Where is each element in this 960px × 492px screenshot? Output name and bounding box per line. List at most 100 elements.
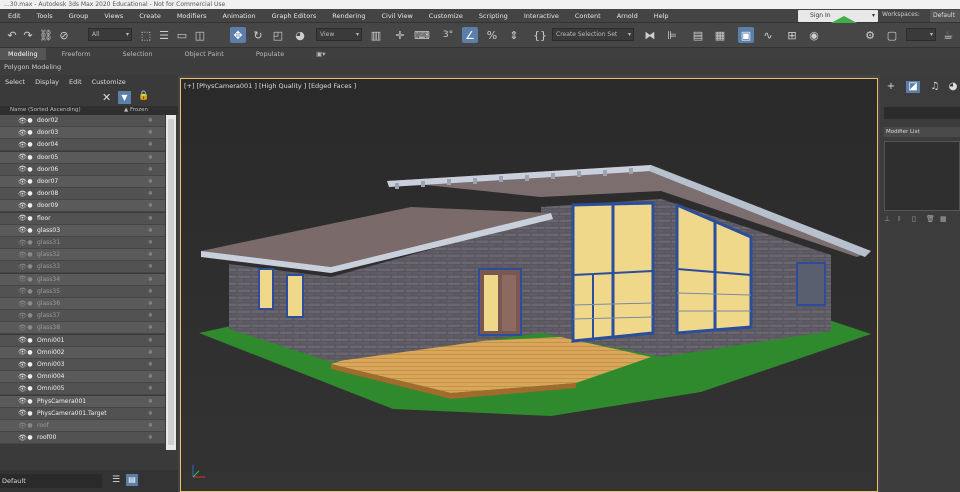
- visibility-eye-icon[interactable]: 👁: [18, 129, 27, 137]
- schematic-view-icon[interactable]: ⊞: [784, 27, 800, 43]
- list-item[interactable]: 👁 ● PhysCamera001.Target ❄: [0, 407, 165, 420]
- tab-selection[interactable]: Selection: [107, 50, 169, 58]
- list-item[interactable]: 👁 ● door02 ❄: [0, 115, 165, 127]
- list-item[interactable]: 👁 ● roof ❄: [0, 420, 165, 432]
- freeze-toggle-icon[interactable]: ❄: [148, 434, 153, 441]
- explorer-menu-customize[interactable]: Customize: [87, 78, 131, 86]
- visibility-eye-icon[interactable]: 👁: [18, 275, 27, 283]
- list-item[interactable]: 👁 ● glass38 ❄: [0, 322, 165, 335]
- visibility-eye-icon[interactable]: 👁: [18, 141, 27, 149]
- modify-tab-icon[interactable]: ◪: [906, 81, 920, 93]
- visibility-eye-icon[interactable]: 👁: [18, 202, 27, 210]
- menu-customize[interactable]: Customize: [421, 12, 471, 20]
- layer-dropdown[interactable]: Default: [0, 474, 102, 488]
- ribbon-options-icon[interactable]: ▣▾: [300, 50, 341, 58]
- toggle-scene-explorer-icon[interactable]: ▤: [690, 27, 706, 43]
- reference-coordinate-dropdown[interactable]: View ▾: [316, 28, 362, 41]
- freeze-toggle-icon[interactable]: ❄: [148, 141, 153, 148]
- redo-icon[interactable]: ↷: [20, 27, 36, 43]
- selection-filter-dropdown[interactable]: All ▾: [88, 28, 132, 41]
- undo-icon[interactable]: ↶: [4, 27, 20, 43]
- explorer-menu-select[interactable]: Select: [0, 78, 30, 86]
- freeze-toggle-icon[interactable]: ❄: [148, 239, 153, 246]
- menu-animation[interactable]: Animation: [215, 12, 264, 20]
- list-item[interactable]: 👁 ● Omni004 ❄: [0, 371, 165, 384]
- visibility-eye-icon[interactable]: 👁: [18, 190, 27, 198]
- filter-icon[interactable]: ▼: [118, 91, 131, 104]
- window-crossing-icon[interactable]: ◫: [192, 27, 208, 43]
- freeze-toggle-icon[interactable]: ❄: [148, 178, 153, 185]
- create-tab-icon[interactable]: +: [884, 81, 898, 93]
- list-item[interactable]: 👁 ● Omni001 ❄: [0, 334, 165, 347]
- visibility-eye-icon[interactable]: 👁: [18, 397, 27, 405]
- place-icon[interactable]: ◕: [292, 27, 308, 43]
- list-item[interactable]: 👁 ● Omni002 ❄: [0, 346, 165, 359]
- use-pivot-icon[interactable]: ▥: [368, 27, 384, 43]
- freeze-toggle-icon[interactable]: ❄: [148, 361, 153, 368]
- list-item[interactable]: 👁 ● door04 ❄: [0, 139, 165, 152]
- motion-tab-icon[interactable]: ◕: [946, 81, 960, 93]
- visibility-eye-icon[interactable]: 👁: [18, 336, 27, 344]
- rectangle-selection-icon[interactable]: ▭: [174, 27, 190, 43]
- visibility-eye-icon[interactable]: 👁: [18, 348, 27, 356]
- list-item[interactable]: 👁 ● door09 ❄: [0, 200, 165, 213]
- visibility-eye-icon[interactable]: 👁: [18, 361, 27, 369]
- viewport-label[interactable]: [+] [PhysCamera001 ] [High Quality ] [Ed…: [184, 82, 356, 90]
- scrollbar-thumb[interactable]: [168, 119, 174, 445]
- render-icon[interactable]: ☕: [940, 27, 956, 43]
- list-item[interactable]: 👁 ● glass33 ❄: [0, 261, 165, 274]
- menu-scripting[interactable]: Scripting: [471, 12, 516, 20]
- list-item[interactable]: 👁 ● Omni005 ❄: [0, 383, 165, 396]
- remove-modifier-icon[interactable]: 🗑: [926, 215, 936, 229]
- freeze-toggle-icon[interactable]: ❄: [148, 398, 153, 405]
- list-item[interactable]: 👁 ● door03 ❄: [0, 127, 165, 140]
- tab-modeling[interactable]: Modeling: [0, 48, 46, 60]
- ribbon-panel-label[interactable]: Polygon Modeling: [0, 60, 178, 75]
- list-item[interactable]: 👁 ● glass31 ❄: [0, 237, 165, 249]
- list-item[interactable]: 👁 ● door06 ❄: [0, 163, 165, 176]
- render-setup-icon[interactable]: ⚙: [862, 27, 878, 43]
- visibility-eye-icon[interactable]: 👁: [18, 385, 27, 393]
- unlink-icon[interactable]: ⊘: [56, 27, 72, 43]
- freeze-toggle-icon[interactable]: ❄: [148, 349, 153, 356]
- clear-search-icon[interactable]: ✕: [102, 91, 111, 104]
- curve-editor-icon[interactable]: ∿: [760, 27, 776, 43]
- menu-create[interactable]: Create: [131, 12, 169, 20]
- menu-graph-editors[interactable]: Graph Editors: [264, 12, 325, 20]
- visibility-eye-icon[interactable]: 👁: [18, 165, 27, 173]
- freeze-toggle-icon[interactable]: ❄: [148, 422, 153, 429]
- list-item[interactable]: 👁 ● glass36 ❄: [0, 298, 165, 310]
- list-item[interactable]: 👁 ● floor ❄: [0, 212, 165, 225]
- hierarchy-tab-icon[interactable]: ♫: [928, 81, 942, 93]
- edit-named-sets-icon[interactable]: {}: [532, 27, 548, 43]
- object-name-field[interactable]: [884, 107, 960, 119]
- menu-modifiers[interactable]: Modifiers: [169, 12, 215, 20]
- workspace-dropdown[interactable]: Default: [930, 10, 960, 22]
- visibility-eye-icon[interactable]: 👁: [18, 324, 27, 332]
- scene-explorer-icon[interactable]: ▤: [126, 474, 138, 486]
- list-item[interactable]: 👁 ● Omni003 ❄: [0, 359, 165, 371]
- tab-populate[interactable]: Populate: [240, 50, 300, 58]
- pin-stack-icon[interactable]: ⊥: [884, 215, 894, 229]
- freeze-toggle-icon[interactable]: ❄: [148, 373, 153, 380]
- freeze-toggle-icon[interactable]: ❄: [148, 166, 153, 173]
- freeze-toggle-icon[interactable]: ❄: [148, 410, 153, 417]
- explorer-scrollbar[interactable]: [166, 115, 176, 450]
- visibility-eye-icon[interactable]: 👁: [18, 409, 27, 417]
- menu-tools[interactable]: Tools: [29, 12, 61, 20]
- visibility-eye-icon[interactable]: 👁: [18, 300, 27, 308]
- menu-interactive[interactable]: Interactive: [516, 12, 567, 20]
- visibility-eye-icon[interactable]: 👁: [18, 434, 27, 442]
- freeze-toggle-icon[interactable]: ❄: [148, 215, 153, 222]
- modifier-stack[interactable]: [884, 141, 960, 211]
- visibility-eye-icon[interactable]: 👁: [18, 422, 27, 430]
- list-item[interactable]: 👁 ● door08 ❄: [0, 188, 165, 201]
- angle-snap-icon[interactable]: ∠: [462, 27, 478, 43]
- freeze-toggle-icon[interactable]: ❄: [148, 129, 153, 136]
- select-scale-icon[interactable]: ◰: [270, 27, 286, 43]
- visibility-eye-icon[interactable]: 👁: [18, 239, 27, 247]
- menu-edit[interactable]: Edit: [0, 12, 29, 20]
- freeze-toggle-icon[interactable]: ❄: [148, 324, 153, 331]
- menu-arnold[interactable]: Arnold: [609, 12, 646, 20]
- modifier-list-dropdown[interactable]: Modifier List: [884, 127, 960, 137]
